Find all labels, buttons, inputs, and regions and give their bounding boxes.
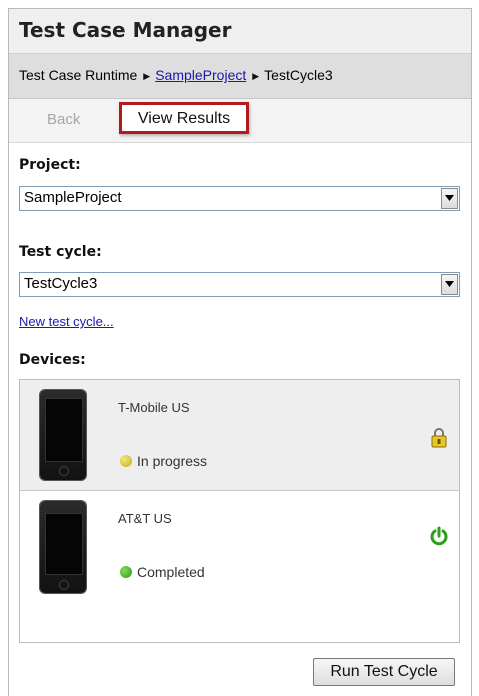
phone-icon: [40, 390, 86, 480]
device-status: Completed: [137, 564, 205, 580]
lock-icon: [429, 428, 449, 453]
project-select-value: SampleProject: [24, 189, 122, 206]
back-button[interactable]: Back: [47, 111, 80, 128]
device-status: In progress: [137, 453, 208, 469]
toolbar: Back View Results: [9, 99, 471, 143]
run-test-cycle-button[interactable]: Run Test Cycle: [313, 658, 455, 686]
app-title: Test Case Manager: [19, 18, 232, 42]
device-name: AT&T US: [118, 511, 172, 526]
breadcrumb-item-cycle: TestCycle3: [264, 67, 333, 83]
test-cycle-select-value: TestCycle3: [24, 275, 98, 292]
device-item-tmobile[interactable]: T-Mobile US In progress: [20, 380, 459, 491]
test-cycle-select[interactable]: TestCycle3: [19, 272, 460, 297]
status-dot: [120, 455, 132, 467]
dropdown-arrow-icon[interactable]: [441, 188, 458, 209]
project-select[interactable]: SampleProject: [19, 186, 460, 211]
phone-icon: [40, 501, 86, 593]
devices-label: Devices:: [19, 352, 86, 368]
project-label: Project:: [19, 157, 81, 173]
breadcrumb-item-runtime: Test Case Runtime: [19, 67, 138, 83]
device-item-att[interactable]: AT&T US Completed: [20, 491, 459, 601]
test-cycle-label: Test cycle:: [19, 244, 102, 260]
new-test-cycle-link[interactable]: New test cycle...: [19, 314, 114, 329]
power-icon: [429, 526, 449, 551]
title-bar: Test Case Manager: [9, 9, 471, 54]
view-results-button[interactable]: View Results: [119, 102, 249, 134]
devices-list: T-Mobile US In progress AT&T US Complete…: [19, 379, 460, 643]
breadcrumb: Test Case Runtime ▶ SampleProject ▶ TestCycl…: [9, 54, 471, 99]
device-name: T-Mobile US: [118, 400, 190, 415]
dropdown-arrow-icon[interactable]: [441, 274, 458, 295]
chevron-right-icon: ▶: [252, 71, 260, 81]
status-dot: [120, 566, 132, 578]
test-case-manager-panel: Test Case Manager Test Case Runtime ▶ Samp…: [8, 8, 472, 696]
breadcrumb-item-project[interactable]: SampleProject: [155, 67, 246, 83]
chevron-right-icon: ▶: [143, 71, 151, 81]
